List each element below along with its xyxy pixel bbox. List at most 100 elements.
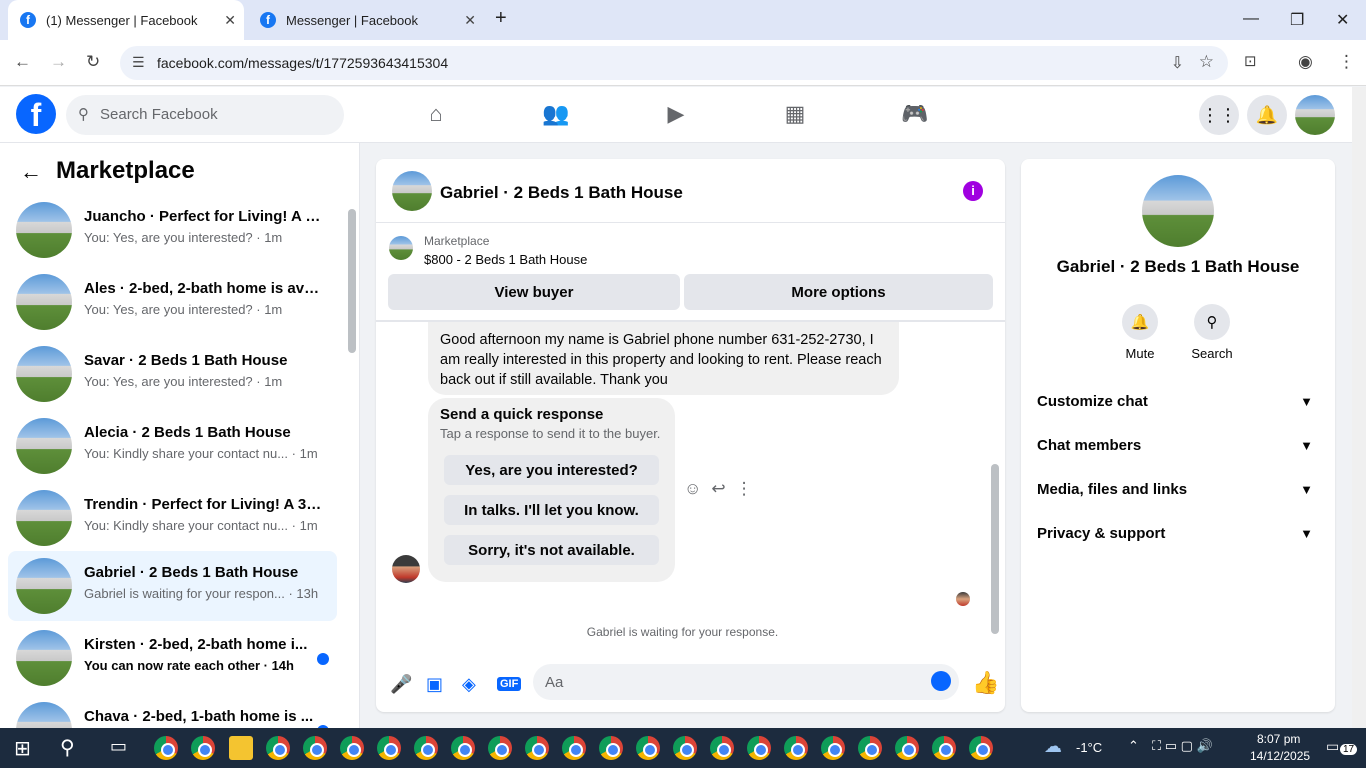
scrollbar-thumb[interactable]	[991, 464, 999, 634]
message-input[interactable]: Aa	[533, 664, 959, 700]
clock-date[interactable]: 14/12/2025	[1250, 749, 1310, 763]
back-arrow-icon[interactable]: ←	[14, 52, 31, 72]
conversation-item[interactable]: Kirsten · 2-bed, 2-bath home i... You ca…	[8, 623, 337, 693]
gaming-icon[interactable]: 🎮	[901, 101, 929, 129]
chrome-taskbar-icon[interactable]	[191, 736, 215, 760]
clock-time[interactable]: 8:07 pm	[1257, 732, 1300, 746]
gif-icon[interactable]: GIF	[497, 677, 522, 691]
address-bar[interactable]: ☰ facebook.com/messages/t/17725936434153…	[120, 46, 1228, 80]
facebook-logo-icon[interactable]: f	[16, 94, 56, 134]
chat-scrollbar[interactable]	[988, 324, 1002, 649]
search-icon[interactable]: ⚲	[60, 735, 75, 760]
account-avatar[interactable]	[1295, 95, 1335, 135]
conversation-item-selected[interactable]: Gabriel · 2 Beds 1 Bath House Gabriel is…	[8, 551, 337, 621]
file-explorer-icon[interactable]	[229, 736, 253, 760]
home-icon[interactable]: ⌂	[422, 101, 450, 129]
chrome-taskbar-icon[interactable]	[895, 736, 919, 760]
reload-icon[interactable]: ↻	[86, 52, 100, 72]
menu-kebab-icon[interactable]: ⋮	[1338, 52, 1355, 72]
minimize-button[interactable]: —	[1243, 10, 1259, 28]
close-window-button[interactable]: ✕	[1336, 10, 1349, 30]
thumbs-up-icon[interactable]: 👍	[972, 670, 999, 696]
chrome-taskbar-icon[interactable]	[340, 736, 364, 760]
tray-icons[interactable]: ⛶ ▭ ▢ 🔊	[1152, 738, 1213, 754]
chrome-taskbar-icon[interactable]	[858, 736, 882, 760]
windows-start-icon[interactable]: ⊞	[14, 736, 31, 761]
video-icon[interactable]: ▶	[662, 101, 690, 129]
mute-button[interactable]: 🔔 Mute	[1110, 304, 1170, 361]
chat-members-row[interactable]: Chat members ▼	[1037, 425, 1319, 465]
conversation-item[interactable]: Ales · 2-bed, 2-bath home is available..…	[8, 267, 337, 337]
marketplace-store-icon[interactable]: ▦	[781, 101, 809, 129]
weather-temperature[interactable]: -1°C	[1076, 740, 1102, 755]
friends-icon[interactable]: 👥	[542, 101, 570, 129]
chrome-taskbar-icon[interactable]	[303, 736, 327, 760]
chat-avatar[interactable]	[392, 171, 432, 211]
tab-messenger-active[interactable]: f (1) Messenger | Facebook ✕	[8, 0, 244, 40]
tab-close-icon[interactable]: ✕	[224, 12, 236, 29]
photo-icon[interactable]: ▣	[426, 674, 443, 695]
back-arrow-icon[interactable]: ←	[20, 159, 42, 185]
conversation-item[interactable]: Juancho · Perfect for Living! A 3-bed, 1…	[8, 195, 337, 265]
bookmark-star-icon[interactable]: ☆	[1199, 52, 1214, 72]
chat-title[interactable]: Gabriel · 2 Beds 1 Bath House	[440, 183, 683, 203]
chrome-taskbar-icon[interactable]	[266, 736, 290, 760]
notification-center-icon[interactable]: ▭	[1326, 738, 1339, 755]
customize-chat-row[interactable]: Customize chat ▼	[1037, 381, 1319, 421]
task-view-icon[interactable]: ▭	[110, 736, 127, 757]
reply-icon[interactable]: ↩	[711, 479, 735, 498]
install-app-icon[interactable]: ⇩	[1171, 53, 1184, 73]
chrome-taskbar-icon[interactable]	[525, 736, 549, 760]
chrome-taskbar-icon[interactable]	[747, 736, 771, 760]
chrome-taskbar-icon[interactable]	[673, 736, 697, 760]
view-buyer-button[interactable]: View buyer	[388, 274, 680, 310]
more-kebab-icon[interactable]: ⋮	[736, 479, 763, 498]
chrome-taskbar-icon[interactable]	[377, 736, 401, 760]
sidebar-scrollbar[interactable]	[344, 195, 358, 725]
conversation-avatar[interactable]	[1142, 175, 1214, 247]
tab-close-icon[interactable]: ✕	[464, 12, 476, 29]
quick-reply-in-talks-button[interactable]: In talks. I'll let you know.	[444, 495, 659, 525]
media-files-links-row[interactable]: Media, files and links ▼	[1037, 469, 1319, 509]
chrome-taskbar-icon[interactable]	[414, 736, 438, 760]
more-options-button[interactable]: More options	[684, 274, 993, 310]
chrome-taskbar-icon[interactable]	[599, 736, 623, 760]
sender-avatar[interactable]	[392, 555, 420, 583]
profile-icon[interactable]: ◉	[1298, 52, 1313, 72]
chrome-taskbar-icon[interactable]	[784, 736, 808, 760]
chrome-taskbar-icon[interactable]	[969, 736, 993, 760]
facebook-search-input[interactable]: ⚲ Search Facebook	[66, 95, 344, 135]
page-scrollbar[interactable]	[1352, 87, 1366, 728]
menu-grid-icon[interactable]: ⋮⋮	[1199, 95, 1239, 135]
weather-cloud-icon[interactable]: ☁	[1044, 736, 1062, 757]
tab-search-icon[interactable]: ⊡	[1244, 52, 1257, 70]
microphone-icon[interactable]: 🎤	[390, 674, 412, 695]
sticker-icon[interactable]: ◈	[462, 674, 476, 695]
chrome-taskbar-icon[interactable]	[821, 736, 845, 760]
scrollbar-thumb[interactable]	[348, 209, 356, 353]
conversation-item[interactable]: Trendin · Perfect for Living! A 3-bed...…	[8, 483, 337, 553]
listing-price-title[interactable]: $800 - 2 Beds 1 Bath House	[424, 252, 587, 267]
react-emoji-icon[interactable]: ☺	[684, 479, 711, 498]
site-info-icon[interactable]: ☰	[132, 54, 145, 71]
forward-arrow-icon[interactable]: →	[50, 52, 67, 72]
restore-button[interactable]: ❐	[1290, 10, 1304, 30]
chrome-taskbar-icon[interactable]	[932, 736, 956, 760]
chrome-taskbar-icon[interactable]	[710, 736, 734, 760]
chrome-taskbar-icon[interactable]	[154, 736, 178, 760]
chrome-taskbar-icon[interactable]	[451, 736, 475, 760]
privacy-support-row[interactable]: Privacy & support ▼	[1037, 513, 1319, 553]
chrome-taskbar-icon[interactable]	[562, 736, 586, 760]
chrome-taskbar-icon[interactable]	[636, 736, 660, 760]
new-tab-button[interactable]: +	[495, 7, 507, 30]
search-button[interactable]: ⚲ Search	[1182, 304, 1242, 361]
notifications-bell-icon[interactable]: 🔔	[1247, 95, 1287, 135]
system-tray-chevron-icon[interactable]: ⌃	[1128, 738, 1139, 754]
chrome-taskbar-icon[interactable]	[488, 736, 512, 760]
info-icon[interactable]: i	[963, 181, 983, 201]
tab-messenger[interactable]: f Messenger | Facebook ✕	[248, 0, 484, 40]
conversation-item[interactable]: Savar · 2 Beds 1 Bath House You: Yes, ar…	[8, 339, 337, 409]
quick-reply-not-available-button[interactable]: Sorry, it's not available.	[444, 535, 659, 565]
conversation-item[interactable]: Alecia · 2 Beds 1 Bath House You: Kindly…	[8, 411, 337, 481]
conversation-item[interactable]: Chava · 2-bed, 1-bath home is ...	[8, 695, 337, 728]
